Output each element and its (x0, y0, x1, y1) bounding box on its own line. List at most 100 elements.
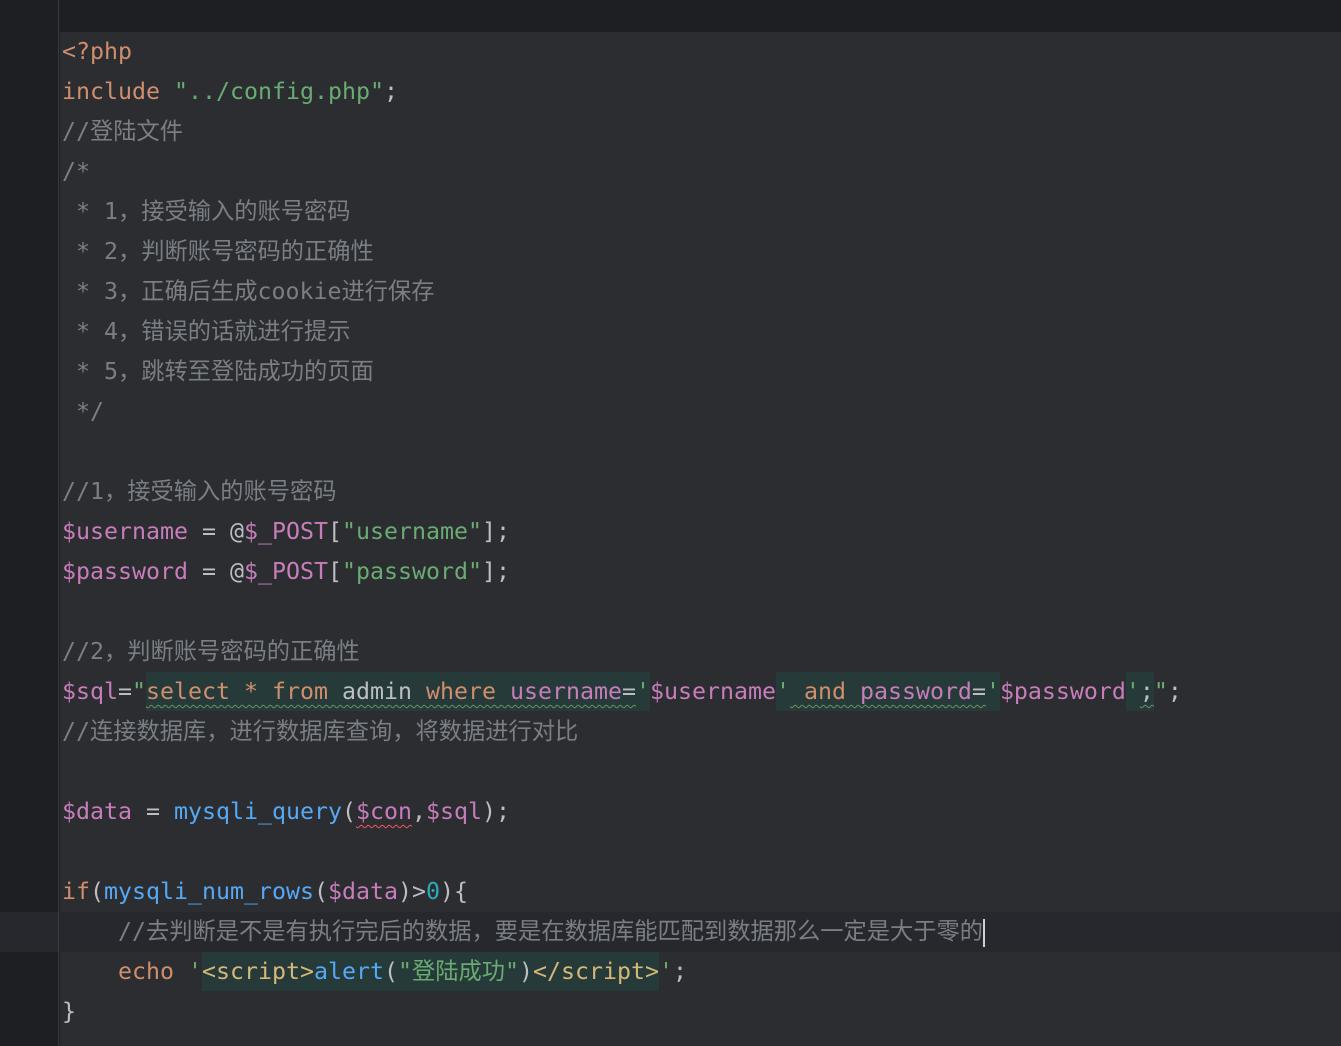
string-token: ' (1125, 672, 1140, 711)
number-token: 0 (425, 878, 440, 905)
code-editor[interactable]: <?php include "../config.php"; //登陆文件 /* * … (0, 0, 1341, 1046)
variable-token: $_POST (243, 518, 328, 545)
keyword-token: and (803, 672, 846, 711)
comment-token: //2，判断账号密码的正确性 (62, 638, 360, 665)
code-line[interactable]: //1，接受输入的账号密码 (0, 472, 1341, 512)
variable-token: $username (62, 518, 188, 545)
code-line[interactable]: $username = @$_POST["username"]; (0, 512, 1341, 552)
text-token: ( (341, 798, 356, 825)
comment-token: * 1，接受输入的账号密码 (62, 198, 351, 225)
text-token (258, 672, 272, 711)
editor-gutter-divider (58, 0, 59, 1046)
code-line[interactable]: * 5，跳转至登陆成功的页面 (0, 352, 1341, 392)
text-token: = (132, 798, 174, 825)
comment-token: //1，接受输入的账号密码 (62, 478, 337, 505)
code-line[interactable]: if(mysqli_num_rows($data)>0){ (0, 872, 1341, 912)
comment-token: * 5，跳转至登陆成功的页面 (62, 358, 374, 385)
code-line[interactable]: $password = @$_POST["password"]; (0, 552, 1341, 592)
text-token: )> (397, 878, 426, 905)
variable-token: $_POST (243, 558, 328, 585)
code-line[interactable]: include "../config.php"; (0, 72, 1341, 112)
text-token: ( (383, 952, 398, 991)
code-line[interactable]: * 1，接受输入的账号密码 (0, 192, 1341, 232)
variable-token: $con (355, 798, 412, 825)
comment-token: //连接数据库，进行数据库查询，将数据进行对比 (62, 718, 579, 745)
text-token: ; (1167, 678, 1182, 705)
string-token: ' (985, 672, 1000, 711)
string-token: ' (775, 672, 790, 711)
code-line-current[interactable]: //去判断是不是有执行完后的数据，要是在数据库能匹配到数据那么一定是大于零的 (0, 912, 1341, 952)
string-token: " (132, 678, 146, 705)
variable-token: $password (62, 558, 188, 585)
text-token: = (621, 672, 636, 711)
comment-token: /* (62, 158, 90, 185)
text-token (845, 672, 860, 711)
code-line[interactable] (0, 832, 1341, 872)
text-token (230, 672, 244, 711)
text-token: ) (518, 952, 533, 991)
comment-token: //去判断是不是有执行完后的数据，要是在数据库能匹配到数据那么一定是大于零的 (62, 918, 983, 945)
code-lines[interactable]: <?php include "../config.php"; //登陆文件 /* * … (0, 32, 1341, 1032)
code-line[interactable]: <?php (0, 32, 1341, 72)
text-token: = (971, 672, 986, 711)
code-line[interactable]: * 4，错误的话就进行提示 (0, 312, 1341, 352)
variable-token: $password (999, 678, 1126, 705)
code-line[interactable]: * 2，判断账号密码的正确性 (0, 232, 1341, 272)
string-token: "登陆成功" (397, 952, 519, 991)
text-token: ]; (481, 518, 510, 545)
comment-token: * 3，正确后生成cookie进行保存 (62, 278, 435, 305)
comment-token: //登陆文件 (62, 118, 183, 145)
text-token: = @ (187, 558, 244, 585)
code-line[interactable]: } (0, 992, 1341, 1032)
variable-token: $sql (425, 798, 482, 825)
keyword-token: * (244, 672, 258, 711)
variable-token: username (509, 672, 622, 711)
function-token: alert (313, 952, 384, 991)
code-line[interactable] (0, 592, 1341, 632)
text-token: = @ (187, 518, 244, 545)
keyword-token: <?php (62, 38, 132, 65)
text-token: ; (672, 958, 687, 985)
code-line[interactable] (0, 432, 1341, 472)
tag-token: </script> (532, 952, 659, 991)
comment-token: */ (62, 398, 104, 425)
code-line[interactable] (0, 752, 1341, 792)
text-token: , (411, 798, 426, 825)
code-line[interactable]: //登陆文件 (0, 112, 1341, 152)
text-token: ; (1139, 672, 1154, 711)
code-line[interactable]: /* (0, 152, 1341, 192)
text-token: ); (481, 798, 510, 825)
code-line[interactable]: $data = mysqli_query($con,$sql); (0, 792, 1341, 832)
keyword-token: select (146, 672, 230, 711)
comment-token: * 4，错误的话就进行提示 (62, 318, 351, 345)
string-token: ' (635, 672, 650, 711)
text-token: ; (383, 78, 398, 105)
keyword-token: echo (118, 958, 174, 985)
code-line[interactable]: $sql="select * from admin where username… (0, 672, 1341, 712)
string-token: "password" (341, 558, 482, 585)
keyword-token: if (62, 878, 90, 905)
code-line[interactable]: //连接数据库，进行数据库查询，将数据进行对比 (0, 712, 1341, 752)
text-token: ( (90, 878, 104, 905)
variable-token: $data (62, 798, 132, 825)
code-line[interactable]: //2，判断账号密码的正确性 (0, 632, 1341, 672)
text-caret (983, 918, 985, 947)
text-token: ]; (481, 558, 510, 585)
function-token: mysqli_query (174, 798, 342, 825)
text-token: ){ (439, 878, 468, 905)
string-token: ' (188, 958, 202, 985)
variable-token: $username (649, 678, 776, 705)
code-line[interactable]: echo '<script>alert("登陆成功")</script>'; (0, 952, 1341, 992)
code-line[interactable]: * 3，正确后生成cookie进行保存 (0, 272, 1341, 312)
code-line[interactable]: */ (0, 392, 1341, 432)
variable-token: password (859, 672, 972, 711)
keyword-token: include (62, 78, 160, 105)
text-token: = (118, 678, 132, 705)
tag-token: <script> (202, 952, 314, 991)
variable-token: $sql (62, 678, 118, 705)
string-token: ' (658, 958, 673, 985)
text-token: admin (328, 672, 426, 711)
